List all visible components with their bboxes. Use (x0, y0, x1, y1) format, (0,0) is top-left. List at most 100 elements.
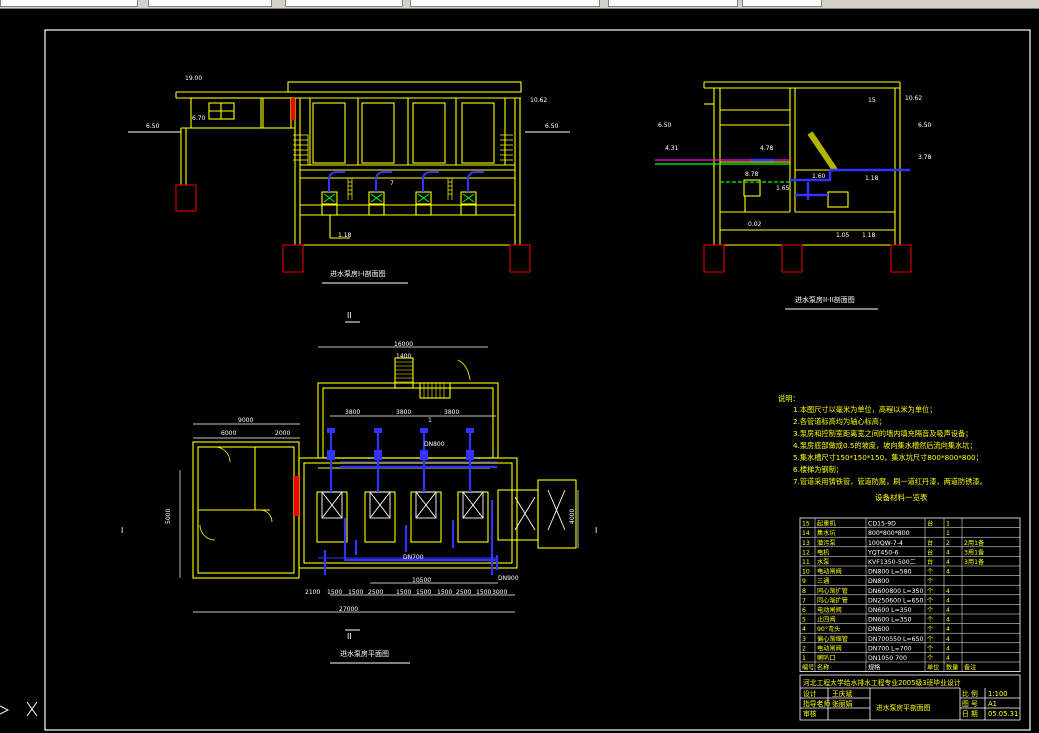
table-cell: 4 (946, 617, 950, 624)
section-1-title: 进水泵房I-I剖面图 (330, 269, 386, 278)
table-cell: 4 (946, 645, 950, 652)
dim-label: 1500 (416, 589, 431, 596)
table-header-cell: 编号 (802, 664, 814, 672)
dim-label: 2100 (305, 589, 320, 596)
toolbar-field[interactable] (148, 0, 272, 7)
scale-value: 1:100 (988, 690, 1008, 698)
plan-pumps (321, 489, 566, 531)
elev-label: 1.60 (812, 173, 826, 180)
section-2-2-water (655, 159, 790, 183)
role-name: 张丽娟 (832, 699, 853, 708)
table-cell: 个 (927, 607, 933, 614)
table-cell: 4 (946, 569, 950, 576)
table-cell: 潜污泵 (817, 539, 836, 547)
figno-label: 图 号 (962, 700, 978, 708)
elev-label: 19.00 (185, 75, 202, 82)
elev-label: 6.50 (545, 123, 559, 130)
table-cell: 电动闸阀 (817, 606, 842, 614)
toolbar-field[interactable] (285, 0, 403, 7)
date-label: 日 期 (962, 710, 978, 718)
elev-label: 7 (390, 180, 394, 187)
elev-label: 15 (868, 97, 876, 104)
table-cell: 4 (946, 588, 950, 595)
table-cell: 个 (927, 569, 933, 576)
note-line: 5.集水槽尺寸150*150*150，集水坑尺寸800*800*800； (793, 453, 983, 462)
school-title: 河北工程大学给水排水工程专业2005级3班毕业设计 (803, 678, 961, 687)
table-cell: 12 (802, 549, 810, 556)
elev-label: 1.05 (836, 232, 850, 239)
elev-label: 10.62 (905, 95, 922, 102)
elev-label: 1.18 (865, 175, 879, 182)
table-cell: 偏心渐缩管 (817, 635, 848, 643)
table-cell: 8 (802, 588, 806, 595)
red-wall-marker-1 (291, 98, 295, 120)
table-cell: 9 (802, 578, 806, 585)
dim-label: 2500 (368, 589, 383, 596)
date-value: 05.05.31 (988, 710, 1018, 718)
elev-label: 6.70 (192, 115, 206, 122)
table-cell: 4 (946, 626, 950, 633)
dim-label: 5000 (165, 509, 172, 524)
table-cell: DN700 L=700 (868, 645, 912, 652)
table-cell: 3用1备 (964, 558, 985, 566)
elev-label: 3.78 (918, 154, 932, 161)
table-cell: 个 (927, 626, 933, 633)
table-cell: 个 (927, 597, 933, 604)
table-cell: 止回阀 (817, 616, 836, 624)
table-cell: 台 (927, 539, 933, 547)
table-cell: 喇叭口 (817, 654, 836, 662)
dim-label: 3800 (345, 409, 360, 416)
toolbar-field[interactable] (0, 0, 138, 7)
elev-label: 4.78 (760, 145, 774, 152)
design-notes: 说明： 1.本图尺寸以毫米为单位，高程以米为单位； 2.各管道标高均为轴心标高；… (778, 394, 987, 486)
note-line: 4.泵房底部做成0.5的坡度，坡向集水槽然后流向集水坑； (793, 441, 977, 450)
table-cell: 4 (946, 549, 950, 556)
table-cell: 7 (802, 597, 806, 604)
table-cell: 4 (946, 597, 950, 604)
table-cell: 2 (946, 540, 950, 547)
table-cell: YQT450-6 (867, 549, 898, 556)
plan-title: 进水泵房平面图 (340, 649, 389, 658)
elev-label: 1.65 (776, 185, 790, 192)
dim-label: DN800 (424, 441, 445, 448)
elev-label: 4.31 (665, 145, 679, 152)
table-cell: DN800 L=580 (868, 569, 912, 576)
toolbar-field[interactable] (608, 0, 738, 7)
table-cell: 电机 (817, 548, 830, 556)
table-cell: 台 (927, 520, 933, 528)
elev-label: 6.50 (146, 123, 160, 130)
dim-label: 1500 (476, 589, 491, 596)
table-cell: 1 (946, 530, 950, 537)
pump-symbols-section1 (323, 193, 475, 203)
role-label: 指导老师 (803, 699, 830, 708)
toolbar-field[interactable] (742, 0, 822, 7)
dim-label: 1500 (437, 589, 452, 596)
note-line: 6.楼梯为钢制； (793, 465, 843, 474)
note-line: 7.管道采用铸铁管，管道防腐，刷一道红丹漆，两道防锈漆。 (793, 477, 987, 486)
dim-label: 2000 (275, 430, 290, 437)
role-label: 设计 (803, 689, 817, 698)
table-cell: 14 (802, 530, 810, 537)
table-cell: DN250600 L=650 (868, 597, 923, 604)
dim-label: 1500 (348, 589, 363, 596)
table-cell: 4 (802, 626, 806, 633)
table-cell: 集水坑 (817, 529, 836, 537)
table-cell: 90°弯头 (817, 625, 840, 633)
table-cell: 个 (927, 655, 933, 662)
table-title: 设备材料一览表 (875, 492, 928, 502)
dim-label: 1500 (327, 589, 342, 596)
figno-value: A1 (988, 700, 997, 708)
table-header-cell: 数量 (946, 664, 958, 672)
table-cell: 水泵 (817, 558, 829, 566)
dim-label: 1500 (396, 589, 411, 596)
toolbar-field[interactable] (410, 0, 600, 7)
dim-label: 3000 (492, 589, 507, 596)
section-mark-i-right: I (595, 526, 597, 535)
dim-label: 6000 (221, 430, 236, 437)
role-name: 王庆斌 (832, 689, 853, 698)
table-cell: 三通 (817, 577, 829, 585)
note-line: 1.本图尺寸以毫米为单位，高程以米为单位； (793, 405, 936, 414)
cad-drawing-canvas[interactable]: 19.00 10.62 6.50 6.50 6.70 1.18 7 进水泵房I-… (0, 8, 1039, 733)
table-header-cell: 备注 (964, 664, 976, 672)
section-1-1 (128, 81, 570, 246)
